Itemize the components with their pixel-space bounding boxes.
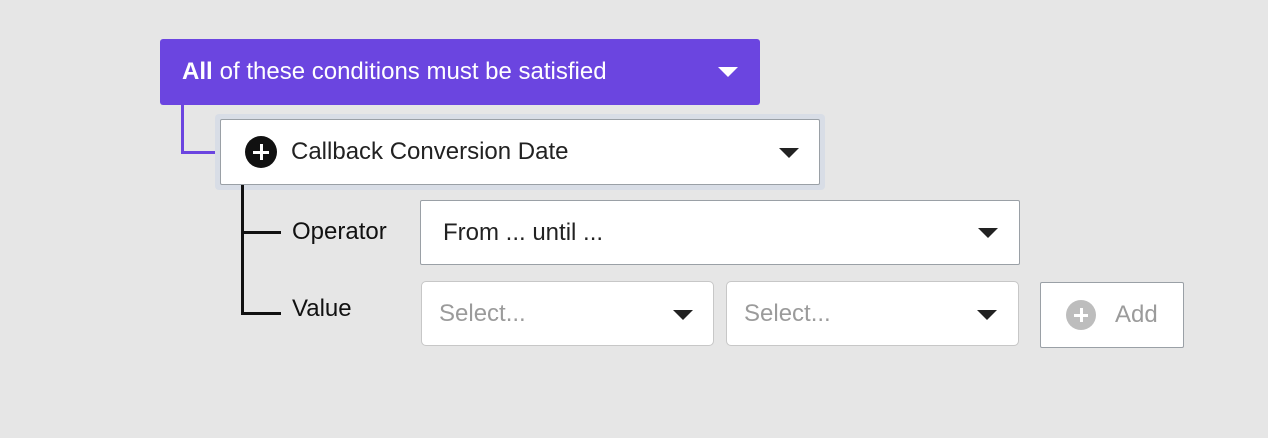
operator-select[interactable]: From ... until ... bbox=[420, 200, 1020, 265]
chevron-down-icon bbox=[718, 67, 738, 77]
plus-circle-icon bbox=[1066, 300, 1096, 330]
value-from-placeholder: Select... bbox=[439, 299, 526, 327]
chevron-down-icon bbox=[978, 228, 998, 238]
operator-label: Operator bbox=[292, 218, 387, 245]
group-connector-vertical bbox=[181, 105, 184, 154]
value-label: Value bbox=[292, 295, 352, 322]
value-from-select[interactable]: Select... bbox=[421, 281, 714, 346]
value-until-select[interactable]: Select... bbox=[726, 281, 1019, 346]
value-until-placeholder: Select... bbox=[744, 299, 831, 327]
tree-connector-operator bbox=[241, 231, 281, 234]
chevron-down-icon bbox=[977, 310, 997, 320]
group-quantifier: All bbox=[182, 58, 213, 85]
plus-circle-icon[interactable] bbox=[245, 136, 277, 168]
group-description: of these conditions must be satisfied bbox=[219, 58, 607, 85]
tree-connector-value bbox=[241, 312, 281, 315]
chevron-down-icon bbox=[673, 310, 693, 320]
tree-connector-vertical bbox=[241, 185, 244, 315]
condition-field-label: Callback Conversion Date bbox=[291, 138, 569, 165]
add-value-button[interactable]: Add bbox=[1040, 282, 1184, 348]
condition-group-selector[interactable]: All of these conditions must be satisfie… bbox=[160, 39, 760, 105]
add-button-label: Add bbox=[1115, 301, 1158, 328]
operator-value: From ... until ... bbox=[443, 218, 604, 246]
chevron-down-icon bbox=[779, 148, 799, 158]
condition-field-select[interactable]: Callback Conversion Date bbox=[220, 119, 820, 185]
